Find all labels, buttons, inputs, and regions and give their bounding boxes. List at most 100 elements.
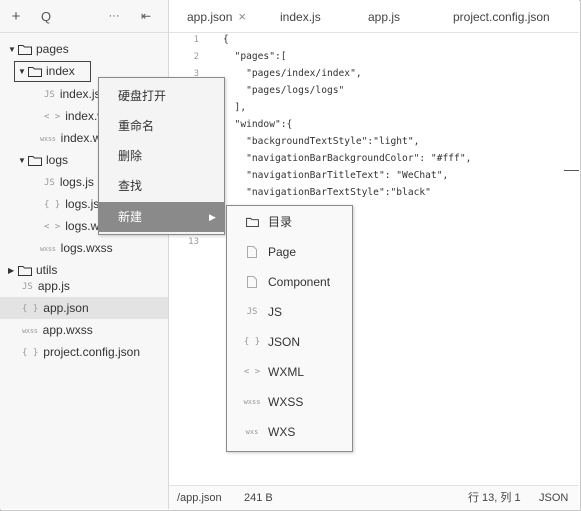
menu-item-rename[interactable]: 重命名 xyxy=(99,111,224,141)
wxs-file-icon: wxs xyxy=(245,428,259,436)
json-file-icon: { } xyxy=(22,347,39,358)
submenu-item-directory[interactable]: 目录 xyxy=(227,207,352,237)
status-file-path: /app.json xyxy=(177,492,222,504)
folder-icon xyxy=(28,156,42,167)
tree-label: logs xyxy=(46,153,69,167)
tree-file-project-config[interactable]: { } project.config.json xyxy=(22,341,140,363)
wxss-file-icon: wxss xyxy=(40,134,56,143)
submenu-item-js[interactable]: JS JS xyxy=(227,297,352,327)
tree-file-app-wxss[interactable]: wxss app.wxss xyxy=(22,319,93,341)
menu-item-find[interactable]: 查找 xyxy=(99,171,224,201)
tree-file-index-js[interactable]: JS index.js xyxy=(44,83,101,105)
menu-item-open-in-disk[interactable]: 硬盘打开 xyxy=(99,81,224,111)
search-icon[interactable]: Q xyxy=(36,6,56,26)
tree-label: index xyxy=(46,64,75,78)
submenu-item-label: Component xyxy=(268,275,331,289)
expand-arrow-icon[interactable]: ▼ xyxy=(8,39,18,61)
submenu-item-json[interactable]: { } JSON xyxy=(227,327,352,357)
component-icon xyxy=(241,267,263,297)
tab-app-json[interactable]: app.json × xyxy=(187,0,246,32)
status-cursor-position[interactable]: 行 13, 列 1 xyxy=(468,486,521,510)
collapse-icon[interactable]: ⇤ xyxy=(136,6,156,26)
submenu-item-label: WXSS xyxy=(268,395,304,409)
folder-icon xyxy=(241,207,263,237)
code-line: "backgroundTextStyle":"light", xyxy=(223,136,420,147)
menu-item-delete[interactable]: 删除 xyxy=(99,141,224,171)
submenu-arrow-icon: ▶ xyxy=(209,212,216,222)
code-line: "pages/index/index", xyxy=(223,68,362,79)
js-file-icon: JS xyxy=(44,177,55,188)
tree-label: app.wxss xyxy=(42,323,93,337)
menu-item-label: 硬盘打开 xyxy=(118,89,167,103)
code-line: "pages":[ xyxy=(223,51,287,62)
page-icon xyxy=(241,237,263,267)
menu-item-new[interactable]: 新建 ▶ xyxy=(99,202,224,232)
tree-label: logs.wxss xyxy=(60,241,113,255)
code-line: "window":{ xyxy=(223,119,293,130)
close-icon[interactable]: × xyxy=(238,9,246,24)
context-menu: 硬盘打开 重命名 删除 查找 新建 ▶ xyxy=(98,77,225,235)
folder-icon xyxy=(28,67,42,78)
submenu-item-label: 目录 xyxy=(268,215,293,229)
collapsed-arrow-icon[interactable]: ▶ xyxy=(8,260,18,282)
line-number: 1 xyxy=(193,35,199,45)
js-file-icon: JS xyxy=(246,307,258,317)
wxml-file-icon: < > xyxy=(44,221,61,232)
js-file-icon: JS xyxy=(44,89,55,100)
add-icon[interactable]: + xyxy=(6,6,26,26)
json-file-icon: { } xyxy=(44,199,61,210)
line-number: 13 xyxy=(188,237,199,247)
tree-label: app.json xyxy=(43,301,89,315)
wxml-file-icon: < > xyxy=(243,367,261,377)
tree-label: logs.js xyxy=(59,175,94,189)
folder-icon xyxy=(18,45,32,56)
tree-label: project.config.json xyxy=(43,345,140,359)
tab-label: project.config.json xyxy=(453,10,550,24)
wxss-file-icon: wxss xyxy=(40,244,56,253)
tab-app-js[interactable]: app.js xyxy=(368,0,400,32)
submenu-item-label: JS xyxy=(268,305,283,319)
code-line: { xyxy=(223,34,229,45)
status-language[interactable]: JSON xyxy=(539,486,568,510)
tree-folder-pages[interactable]: ▼ pages xyxy=(8,38,69,60)
submenu-item-wxml[interactable]: < > WXML xyxy=(227,357,352,387)
submenu-item-page[interactable]: Page xyxy=(227,237,352,267)
menu-item-label: 新建 xyxy=(118,210,143,224)
submenu-item-component[interactable]: Component xyxy=(227,267,352,297)
status-bar: /app.json 241 B 行 13, 列 1 JSON xyxy=(169,485,579,510)
submenu-item-label: WXML xyxy=(268,365,304,379)
tree-file-app-js[interactable]: JS app.js xyxy=(22,275,70,297)
tab-label: app.json xyxy=(187,10,233,24)
submenu-item-wxss[interactable]: wxss WXSS xyxy=(227,387,352,417)
code-line: "navigationBarBackgroundColor": "#fff", xyxy=(223,153,472,164)
menu-item-label: 重命名 xyxy=(118,119,155,133)
tab-label: index.js xyxy=(280,10,321,24)
menu-item-label: 查找 xyxy=(118,179,143,193)
tree-file-logs-wxss[interactable]: wxss logs.wxss xyxy=(40,237,113,259)
menu-item-label: 删除 xyxy=(118,149,143,163)
more-icon[interactable]: ··· xyxy=(104,6,124,26)
explorer-toolbar: + Q ··· ⇤ xyxy=(0,0,168,33)
tree-file-logs-js[interactable]: JS logs.js xyxy=(44,171,94,193)
code-line: "pages/logs/logs" xyxy=(223,85,345,96)
expand-arrow-icon[interactable]: ▼ xyxy=(18,150,28,172)
json-file-icon: { } xyxy=(22,303,39,314)
new-submenu: 目录 Page Component JS JS { } JSON < > WXM… xyxy=(226,205,353,452)
tab-label: app.js xyxy=(368,10,401,24)
expand-arrow-icon[interactable]: ▼ xyxy=(18,61,28,83)
tree-label: app.js xyxy=(37,279,70,293)
js-file-icon: JS xyxy=(22,281,33,292)
tree-folder-index[interactable]: ▼ index xyxy=(18,60,75,82)
editor-divider-line xyxy=(564,170,579,171)
tab-project-config[interactable]: project.config.json xyxy=(453,0,550,32)
tree-file-app-json[interactable]: { } app.json xyxy=(22,297,89,319)
code-line: "navigationBarTitleText": "WeChat", xyxy=(223,170,449,181)
wxml-file-icon: < > xyxy=(44,111,61,122)
code-line: ], xyxy=(223,102,247,113)
json-file-icon: { } xyxy=(243,337,261,347)
submenu-item-label: WXS xyxy=(268,425,296,439)
tree-folder-logs[interactable]: ▼ logs xyxy=(18,149,68,171)
submenu-item-wxs[interactable]: wxs WXS xyxy=(227,417,352,447)
submenu-item-label: Page xyxy=(268,245,297,259)
tab-index-js[interactable]: index.js xyxy=(280,0,321,32)
